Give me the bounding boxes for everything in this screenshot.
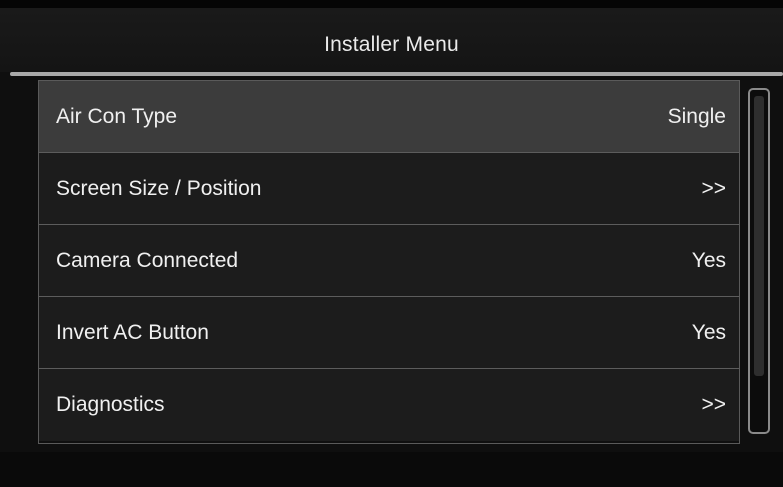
menu-item-label: Diagnostics — [56, 393, 165, 416]
menu-item-value: Yes — [691, 249, 726, 272]
menu-item-screen-size-position[interactable]: Screen Size / Position >> — [39, 153, 739, 225]
menu-item-label: Invert AC Button — [56, 321, 209, 344]
header-bar: Installer Menu — [0, 8, 783, 72]
chevron-right-icon: >> — [701, 177, 726, 200]
installer-screen: Installer Menu Air Con Type Single Scree… — [0, 0, 783, 487]
menu-item-camera-connected[interactable]: Camera Connected Yes — [39, 225, 739, 297]
menu-item-label: Screen Size / Position — [56, 177, 262, 200]
chevron-right-icon: >> — [701, 393, 726, 416]
page-title: Installer Menu — [324, 33, 459, 56]
top-bezel — [0, 0, 783, 8]
menu-item-value: Yes — [691, 321, 726, 344]
menu-item-label: Camera Connected — [56, 249, 239, 272]
bottom-bezel — [0, 452, 783, 487]
menu-item-value: Single — [667, 105, 726, 128]
scrollbar-thumb[interactable] — [754, 96, 764, 376]
menu-item-label: Air Con Type — [56, 105, 178, 128]
installer-menu-list: Air Con Type Single Screen Size / Positi… — [38, 80, 740, 444]
header-divider — [10, 72, 783, 76]
menu-item-invert-ac-button[interactable]: Invert AC Button Yes — [39, 297, 739, 369]
menu-item-diagnostics[interactable]: Diagnostics >> — [39, 369, 739, 441]
scrollbar[interactable] — [748, 88, 770, 434]
menu-item-air-con-type[interactable]: Air Con Type Single — [39, 81, 739, 153]
